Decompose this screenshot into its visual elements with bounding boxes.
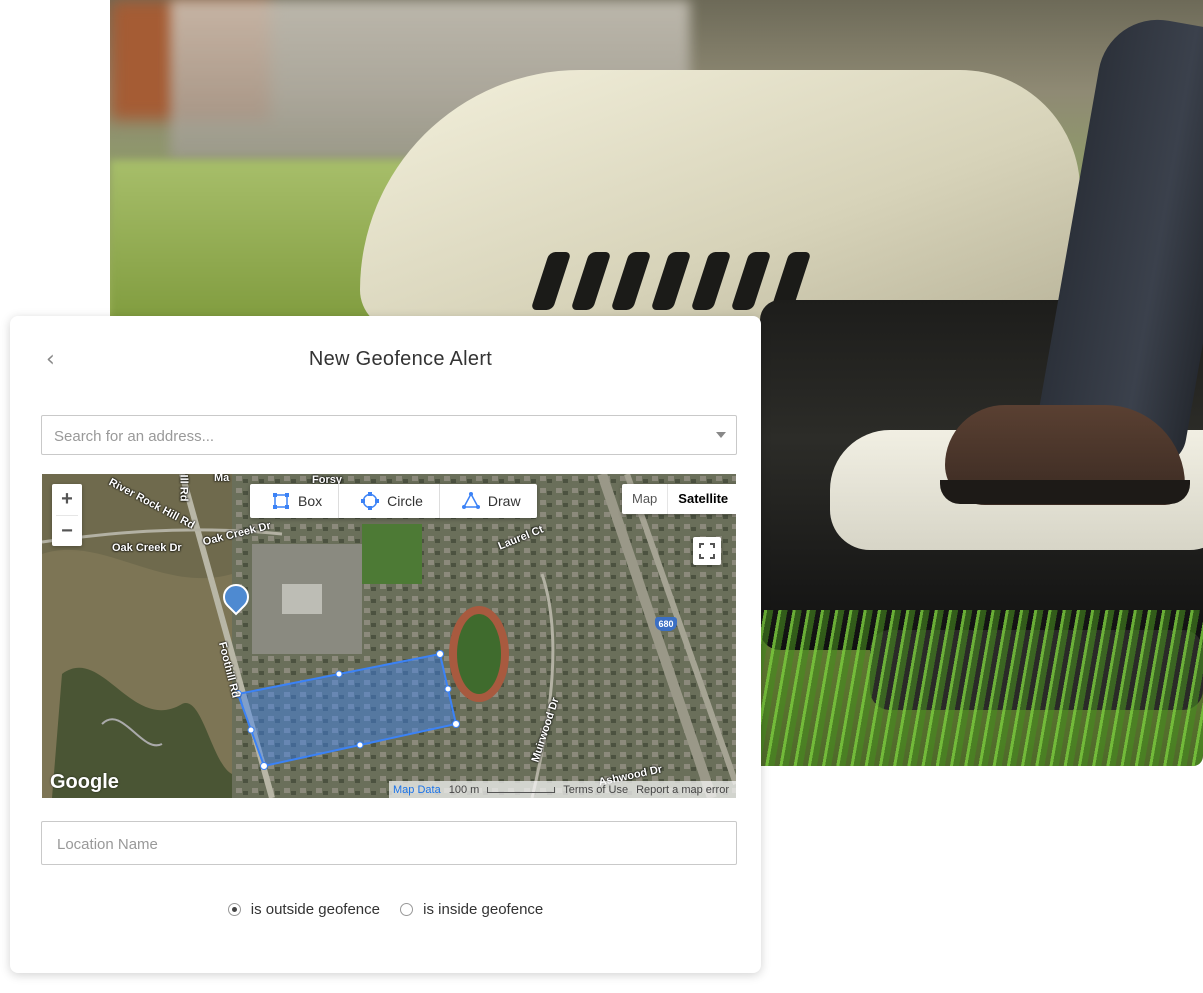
radio-selected-icon[interactable] — [227, 903, 241, 916]
zoom-in-button[interactable]: + — [52, 484, 82, 515]
zoom-out-button[interactable]: − — [52, 516, 82, 547]
radio-outside-label: is outside geofence — [250, 901, 380, 918]
fullscreen-button[interactable] — [693, 537, 721, 565]
radio-unselected-icon[interactable] — [400, 903, 414, 916]
chevron-down-icon[interactable] — [716, 432, 726, 438]
zoom-control: + − — [52, 484, 82, 546]
radio-inside-geofence[interactable]: is inside geofence — [400, 901, 543, 918]
box-icon — [273, 493, 289, 509]
radio-outside-geofence[interactable]: is outside geofence — [227, 901, 380, 918]
fullscreen-icon — [699, 543, 715, 559]
map-footer: Map Data 100 m Terms of Use Report a map… — [389, 781, 736, 798]
circle-icon — [361, 492, 380, 510]
map-type-satellite[interactable]: Satellite — [667, 484, 736, 514]
road-label: Ill Rd — [177, 474, 190, 502]
highway-shield: 680 — [655, 617, 677, 631]
google-logo: Google — [50, 771, 119, 793]
circle-tool-label: Circle — [387, 493, 423, 509]
location-name-field[interactable] — [41, 821, 737, 866]
radio-inside-label: is inside geofence — [423, 901, 544, 918]
map-type-control: Map Satellite — [622, 484, 736, 514]
road-label: Oak Creek Dr — [112, 542, 182, 554]
geofence-alert-card: ‹ New Geofence Alert Search for an addre… — [10, 316, 761, 973]
report-error-link[interactable]: Report a map error — [632, 784, 733, 796]
photo-mower-hood — [360, 70, 1080, 330]
circle-tool-button[interactable]: Circle — [339, 484, 440, 518]
drawing-toolbar: Box Circle Draw — [250, 484, 537, 518]
alert-condition-group: is outside geofence is inside geofence — [10, 901, 761, 920]
geofence-map[interactable]: River Rock Hill Rd Oak Creek Dr Oak Cree… — [42, 474, 736, 798]
polygon-icon — [461, 492, 480, 509]
scale-label: 100 m — [448, 783, 480, 796]
address-search-input[interactable] — [52, 416, 696, 456]
draw-tool-button[interactable]: Draw — [440, 484, 537, 518]
draw-tool-label: Draw — [487, 493, 521, 509]
satellite-imagery — [42, 474, 736, 798]
address-search[interactable] — [41, 415, 737, 456]
location-name-input[interactable] — [55, 822, 719, 866]
road-label: Ma — [214, 474, 230, 484]
box-tool-button[interactable]: Box — [250, 484, 340, 518]
box-tool-label: Box — [298, 493, 323, 509]
photo-shoe-sole — [940, 480, 1190, 504]
map-type-map[interactable]: Map — [622, 484, 667, 514]
photo-grass — [750, 610, 1203, 766]
terms-link[interactable]: Terms of Use — [559, 784, 632, 796]
page-title: New Geofence Alert — [308, 348, 493, 370]
scale-bar — [487, 786, 556, 793]
map-data-link[interactable]: Map Data — [389, 784, 445, 796]
